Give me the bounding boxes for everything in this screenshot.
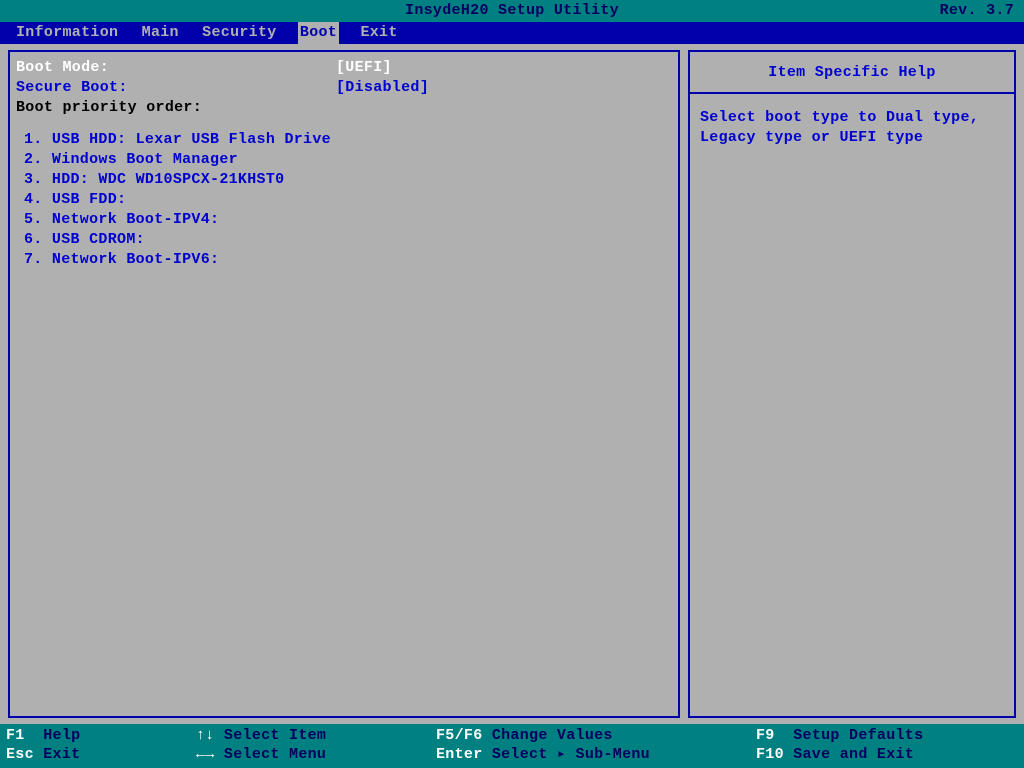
key-enter: Enter (436, 746, 483, 763)
menu-boot[interactable]: Boot (298, 22, 339, 44)
workspace: Boot Mode: [UEFI] Secure Boot: [Disabled… (0, 44, 1024, 724)
menu-information[interactable]: Information (14, 22, 120, 44)
boot-order-item[interactable]: 6. USB CDROM: (24, 230, 672, 250)
boot-order-item[interactable]: 2. Windows Boot Manager (24, 150, 672, 170)
key-esc: Esc (6, 746, 34, 763)
key-leftright: ←→ (196, 746, 215, 763)
boot-order-item[interactable]: 1. USB HDD: Lexar USB Flash Drive (24, 130, 672, 150)
help-title: Item Specific Help (768, 64, 935, 81)
help-body-box: Select boot type to Dual type, Legacy ty… (688, 94, 1016, 718)
help-panel: Item Specific Help Select boot type to D… (688, 50, 1016, 718)
key-f5f6: F5/F6 (436, 727, 483, 744)
hint-select-item: Select Item (215, 727, 327, 744)
hint-submenu: Select ▸ Sub-Menu (483, 746, 650, 763)
boot-mode-label: Boot Mode: (16, 58, 336, 78)
boot-order-item[interactable]: 3. HDD: WDC WD10SPCX-21KHST0 (24, 170, 672, 190)
hint-setup-defaults: Setup Defaults (775, 727, 924, 744)
boot-mode-row[interactable]: Boot Mode: [UEFI] (16, 58, 672, 78)
key-updown: ↑↓ (196, 727, 215, 744)
secure-boot-row[interactable]: Secure Boot: [Disabled] (16, 78, 672, 98)
footer-hints: F1 Help ↑↓ Select Item F5/F6 Change Valu… (0, 724, 1024, 768)
help-title-box: Item Specific Help (688, 50, 1016, 94)
menu-security[interactable]: Security (200, 22, 278, 44)
boot-mode-value: [UEFI] (336, 58, 392, 78)
secure-boot-label: Secure Boot: (16, 78, 336, 98)
boot-priority-heading: Boot priority order: (16, 98, 672, 118)
app-title: InsydeH20 Setup Utility (0, 0, 1024, 22)
menu-exit[interactable]: Exit (358, 22, 399, 44)
key-f1: F1 (6, 727, 25, 744)
help-text: Select boot type to Dual type, Legacy ty… (700, 109, 979, 146)
hint-change-values: Change Values (483, 727, 613, 744)
boot-order-item[interactable]: 4. USB FDD: (24, 190, 672, 210)
hint-help: Help (25, 727, 81, 744)
hint-save-exit: Save and Exit (784, 746, 914, 763)
boot-order-item[interactable]: 7. Network Boot-IPV6: (24, 250, 672, 270)
boot-priority-label: Boot priority order: (16, 98, 336, 118)
key-f10: F10 (756, 746, 784, 763)
boot-order-list: 1. USB HDD: Lexar USB Flash Drive 2. Win… (24, 130, 672, 270)
hint-exit: Exit (34, 746, 81, 763)
revision-label: Rev. 3.7 (940, 0, 1014, 22)
key-f9: F9 (756, 727, 775, 744)
hint-select-menu: Select Menu (215, 746, 327, 763)
boot-order-item[interactable]: 5. Network Boot-IPV4: (24, 210, 672, 230)
title-bar: InsydeH20 Setup Utility Rev. 3.7 (0, 0, 1024, 22)
secure-boot-value: [Disabled] (336, 78, 429, 98)
settings-panel: Boot Mode: [UEFI] Secure Boot: [Disabled… (8, 50, 680, 718)
menu-bar[interactable]: Information Main Security Boot Exit (0, 22, 1024, 44)
menu-main[interactable]: Main (140, 22, 181, 44)
bios-screen: InsydeH20 Setup Utility Rev. 3.7 Informa… (0, 0, 1024, 768)
